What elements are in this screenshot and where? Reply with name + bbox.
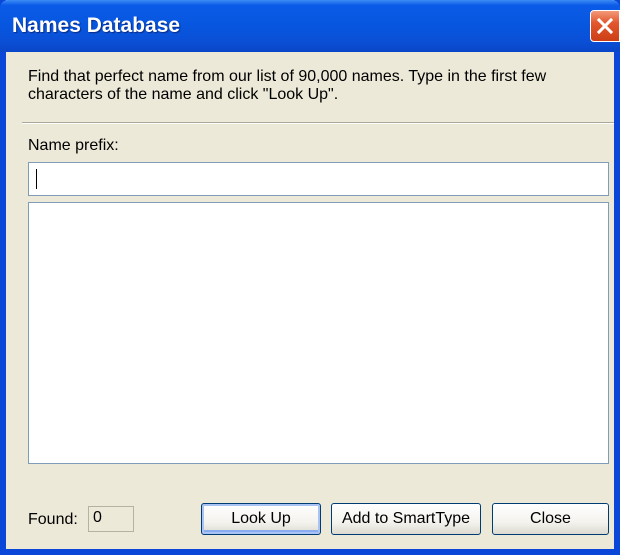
window-close-button[interactable] — [590, 10, 620, 42]
names-database-dialog: Names Database Find that perfect name fr… — [0, 0, 620, 555]
title-bar[interactable]: Names Database — [0, 0, 620, 52]
window-title: Names Database — [12, 14, 181, 37]
dialog-content: Find that perfect name from our list of … — [6, 52, 614, 549]
look-up-button[interactable]: Look Up — [201, 503, 321, 535]
found-count: 0 — [88, 506, 134, 532]
add-to-smarttype-button[interactable]: Add to SmartType — [331, 503, 481, 535]
close-button[interactable]: Close — [492, 503, 609, 535]
separator — [22, 122, 614, 124]
found-label: Found: — [28, 511, 78, 528]
name-prefix-input[interactable] — [28, 162, 609, 196]
results-list[interactable] — [28, 202, 609, 464]
instructions-text: Find that perfect name from our list of … — [28, 68, 547, 103]
text-caret — [36, 169, 37, 189]
name-prefix-label: Name prefix: — [28, 137, 119, 154]
close-icon — [597, 18, 613, 34]
